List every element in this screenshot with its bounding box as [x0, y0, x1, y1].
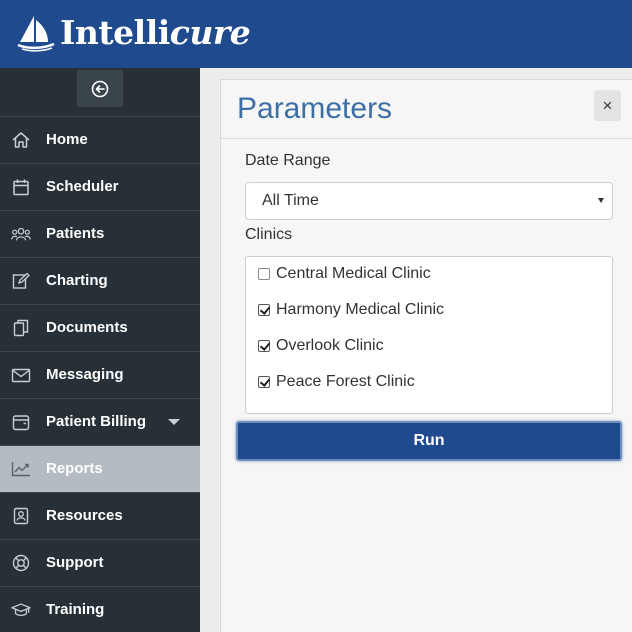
- sidebar-item-messaging[interactable]: Messaging: [0, 352, 200, 399]
- sidebar-item-label: Support: [46, 554, 104, 571]
- calendar-icon: [11, 178, 31, 196]
- sidebar-item-documents[interactable]: Documents: [0, 305, 200, 352]
- clinic-option-overlook[interactable]: Overlook Clinic: [258, 335, 384, 357]
- clinic-label: Harmony Medical Clinic: [276, 301, 445, 318]
- sidebar-item-label: Documents: [46, 319, 128, 336]
- chart-icon: [11, 460, 31, 478]
- sidebar-item-label: Patients: [46, 225, 105, 242]
- sidebar-item-resources[interactable]: Resources: [0, 493, 200, 540]
- sidebar-item-scheduler[interactable]: Scheduler: [0, 164, 200, 211]
- sidebar-item-label: Resources: [46, 507, 123, 524]
- sidebar-item-label: Home: [46, 131, 88, 148]
- date-range-label: Date Range: [245, 152, 331, 169]
- sidebar-item-patient-billing[interactable]: Patient Billing: [0, 399, 200, 446]
- sidebar-item-support[interactable]: Support: [0, 540, 200, 587]
- arrow-left-circle-icon: [91, 80, 109, 97]
- close-button[interactable]: ×: [594, 90, 621, 121]
- close-icon: ×: [602, 95, 613, 115]
- chevron-down-icon[interactable]: [168, 419, 180, 425]
- sailboat-icon: [17, 16, 55, 52]
- clinics-list: Central Medical Clinic Harmony Medical C…: [245, 256, 613, 414]
- sidebar-item-label: Scheduler: [46, 178, 119, 195]
- sidebar-item-home[interactable]: Home: [0, 117, 200, 164]
- top-header: Intellicure: [0, 0, 632, 68]
- wallet-icon: [11, 413, 31, 431]
- edit-icon: [11, 272, 31, 290]
- sidebar-item-charting[interactable]: Charting: [0, 258, 200, 305]
- panel-header: Parameters ×: [221, 80, 632, 139]
- people-icon: [11, 225, 31, 243]
- clinics-label: Clinics: [245, 226, 293, 243]
- sidebar-item-training[interactable]: Training: [0, 587, 200, 632]
- checkbox-checked[interactable]: [258, 340, 270, 352]
- contact-book-icon: [11, 507, 31, 525]
- clinic-label: Peace Forest Clinic: [276, 373, 415, 390]
- clinic-option-central-medical[interactable]: Central Medical Clinic: [258, 263, 431, 285]
- sidebar-item-reports[interactable]: Reports: [0, 446, 200, 493]
- clinic-option-peace-forest[interactable]: Peace Forest Clinic: [258, 371, 415, 393]
- collapse-sidebar-button[interactable]: [77, 70, 123, 107]
- dropdown-arrow-icon: [598, 198, 604, 203]
- clinic-label: Overlook Clinic: [276, 337, 384, 354]
- checkbox-checked[interactable]: [258, 376, 270, 388]
- home-icon: [11, 131, 31, 149]
- date-range-value: All Time: [262, 192, 319, 209]
- date-range-select[interactable]: All Time: [245, 182, 613, 220]
- lifebuoy-icon: [11, 554, 31, 572]
- sidebar-item-label: Charting: [46, 272, 108, 289]
- parameters-panel: Parameters × Date Range All Time Clinics…: [220, 79, 632, 632]
- run-button-label: Run: [413, 432, 445, 449]
- app-logo[interactable]: Intellicure: [14, 11, 251, 55]
- sidebar-item-label: Training: [46, 601, 105, 618]
- sidebar-collapse-area: [0, 68, 200, 117]
- sidebar-item-label: Patient Billing: [46, 413, 147, 430]
- sidebar-item-label: Messaging: [46, 366, 124, 383]
- run-button[interactable]: Run: [236, 421, 622, 461]
- checkbox-checked[interactable]: [258, 304, 270, 316]
- sidebar-item-patients[interactable]: Patients: [0, 211, 200, 258]
- page-title: Parameters: [237, 92, 393, 125]
- brand-name: Intellicure: [60, 13, 251, 52]
- documents-icon: [11, 319, 31, 337]
- envelope-icon: [11, 366, 31, 384]
- clinic-option-harmony-medical[interactable]: Harmony Medical Clinic: [258, 299, 444, 321]
- checkbox[interactable]: [258, 268, 270, 280]
- sidebar-item-label: Reports: [46, 460, 103, 477]
- clinic-label: Central Medical Clinic: [276, 265, 431, 282]
- graduation-cap-icon: [11, 601, 31, 619]
- sidebar: Home Scheduler Patients Charting Documen…: [0, 68, 200, 632]
